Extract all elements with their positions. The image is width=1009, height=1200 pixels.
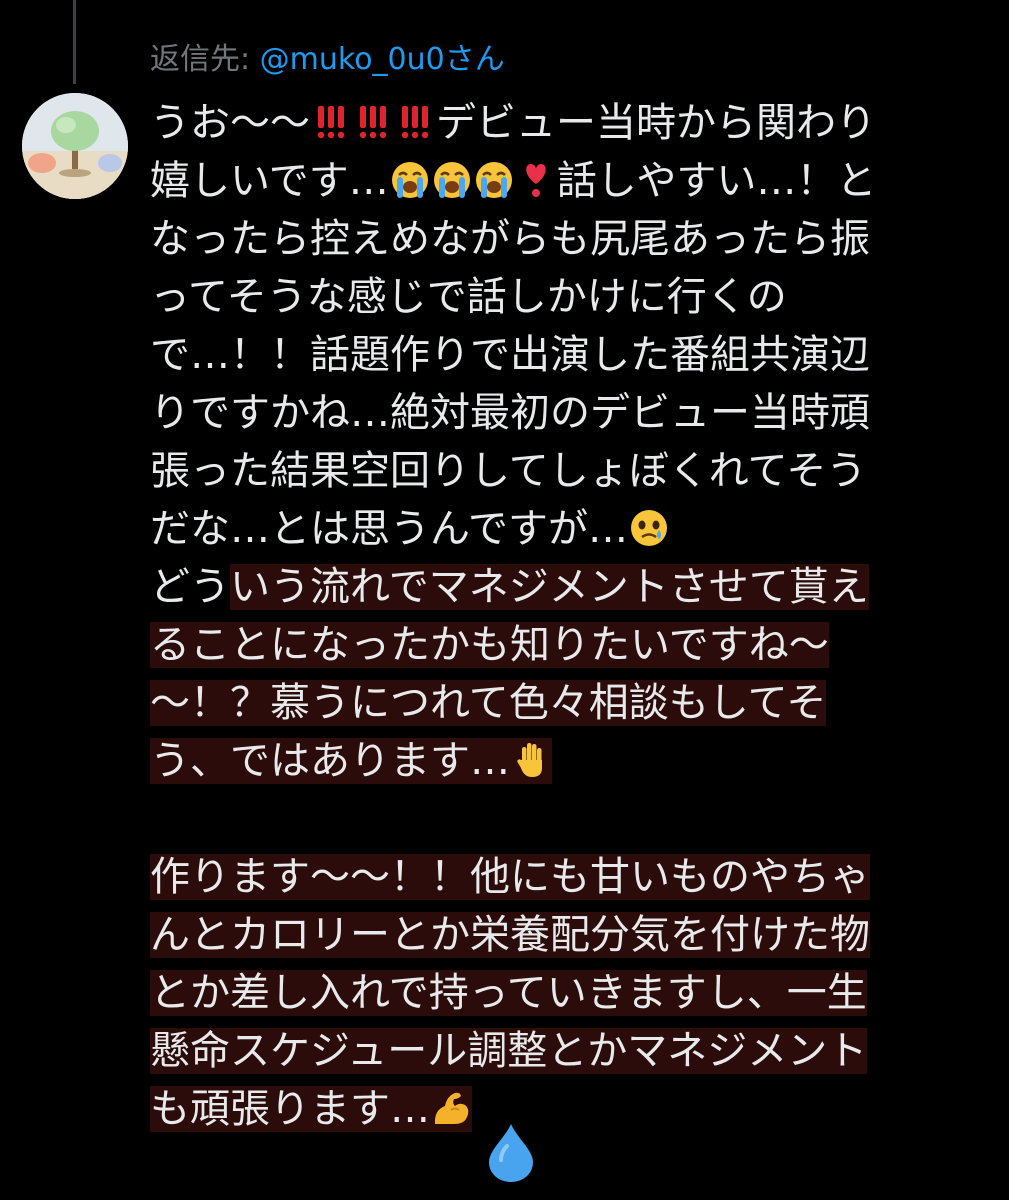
raised-hand-icon xyxy=(511,740,551,780)
heart-exclamation-icon xyxy=(516,160,556,200)
tweet-line-17: も頑張ります… xyxy=(150,1080,1000,1138)
thread-connector-line xyxy=(73,0,76,84)
tweet-text-segment: う、ではあります… xyxy=(150,738,510,784)
tweet-line-13: 作ります〜〜！！他にも甘いものやちゃ xyxy=(150,848,1000,906)
tweet-text-segment: も頑張ります… xyxy=(150,1086,430,1132)
water-drop-icon xyxy=(483,1120,539,1184)
tweet-text-segment: だな…とは思うんですが… xyxy=(150,506,628,552)
tweet-line-11: 〜！？慕うにつれて色々相談もしてそ xyxy=(150,674,1000,732)
tweet-line-6: りですかね…絶対最初のデビュー当時頑 xyxy=(150,390,870,436)
tweet-text-segment: 話しやすい…！と xyxy=(556,158,877,204)
tweet-line-15: とか差し入れで持っていきますし、一生 xyxy=(150,964,1000,1022)
tweet-line-9: どういう流れでマネジメントさせて貰え xyxy=(150,558,1000,616)
tree-avatar-icon xyxy=(22,93,128,199)
loudly-crying-face-icon xyxy=(390,160,430,200)
loudly-crying-face-icon xyxy=(432,160,472,200)
highlighted-text-segment: いう流れでマネジメントさせて貰え xyxy=(230,564,869,610)
tweet-line-12: う、ではあります… xyxy=(150,732,1000,790)
highlighted-text-segment: 〜！？慕うにつれて色々相談もしてそ xyxy=(150,680,827,726)
reply-to-prefix: 返信先: xyxy=(150,42,260,77)
tweet-line-8: だな…とは思うんですが… xyxy=(150,500,1000,558)
highlighted-text-segment: ることになったかも知りたいですね〜 xyxy=(150,622,829,668)
tweet-line-5: で…！！話題作りで出演した番組共演辺 xyxy=(150,332,870,378)
avatar[interactable] xyxy=(22,93,128,199)
loudly-crying-face-icon xyxy=(474,160,514,200)
highlighted-text-segment: んとカロリーとか栄養配分気を付けた物 xyxy=(150,912,870,958)
highlighted-text-segment: 懸命スケジュール調整とかマネジメント xyxy=(150,1028,868,1074)
tweet-line-1: うお〜〜 デビュー当時から関わり xyxy=(150,94,1000,152)
tweet-text-segment: どう xyxy=(150,564,230,610)
double-exclamation-icon xyxy=(395,102,435,142)
highlighted-text-segment: も頑張ります… xyxy=(150,1086,472,1132)
tweet-line-2: 嬉しいです… 話しやすい…！と xyxy=(150,152,1000,210)
tweet-line-7: 張った結果空回りしてしょぼくれてそう xyxy=(150,448,867,494)
tweet-line-10: ることになったかも知りたいですね〜 xyxy=(150,616,1000,674)
tweet-text: うお〜〜 デビュー当時から関わり 嬉しいです… 話しやすい…！と なったら控えめなが… xyxy=(150,94,1000,1138)
tweet-line-4: ってそうな感じで話しかけに行くの xyxy=(150,274,787,320)
tweet-text-segment: デビュー当時から関わり xyxy=(436,100,876,146)
double-exclamation-icon xyxy=(353,102,393,142)
tweet-text-segment: うお〜〜 xyxy=(150,100,310,146)
tweet-line-16: 懸命スケジュール調整とかマネジメント xyxy=(150,1022,1000,1080)
face-holding-back-tears-icon xyxy=(629,508,669,548)
tweet-line-14: んとカロリーとか栄養配分気を付けた物 xyxy=(150,906,1000,964)
reply-to-line: 返信先: @muko_0u0さん xyxy=(150,38,505,82)
double-exclamation-icon xyxy=(311,102,351,142)
tweet-line-3: なったら控えめながらも尻尾あったら振 xyxy=(150,216,870,262)
reply-mention-link[interactable]: @muko_0u0さん xyxy=(260,42,505,77)
flexed-biceps-icon xyxy=(431,1088,471,1128)
tweet-text-segment: 嬉しいです… xyxy=(150,158,389,204)
highlighted-text-segment: 作ります〜〜！！他にも甘いものやちゃ xyxy=(150,854,870,900)
highlighted-text-segment: とか差し入れで持っていきますし、一生 xyxy=(150,970,867,1016)
highlighted-text-segment: う、ではあります… xyxy=(150,738,552,784)
